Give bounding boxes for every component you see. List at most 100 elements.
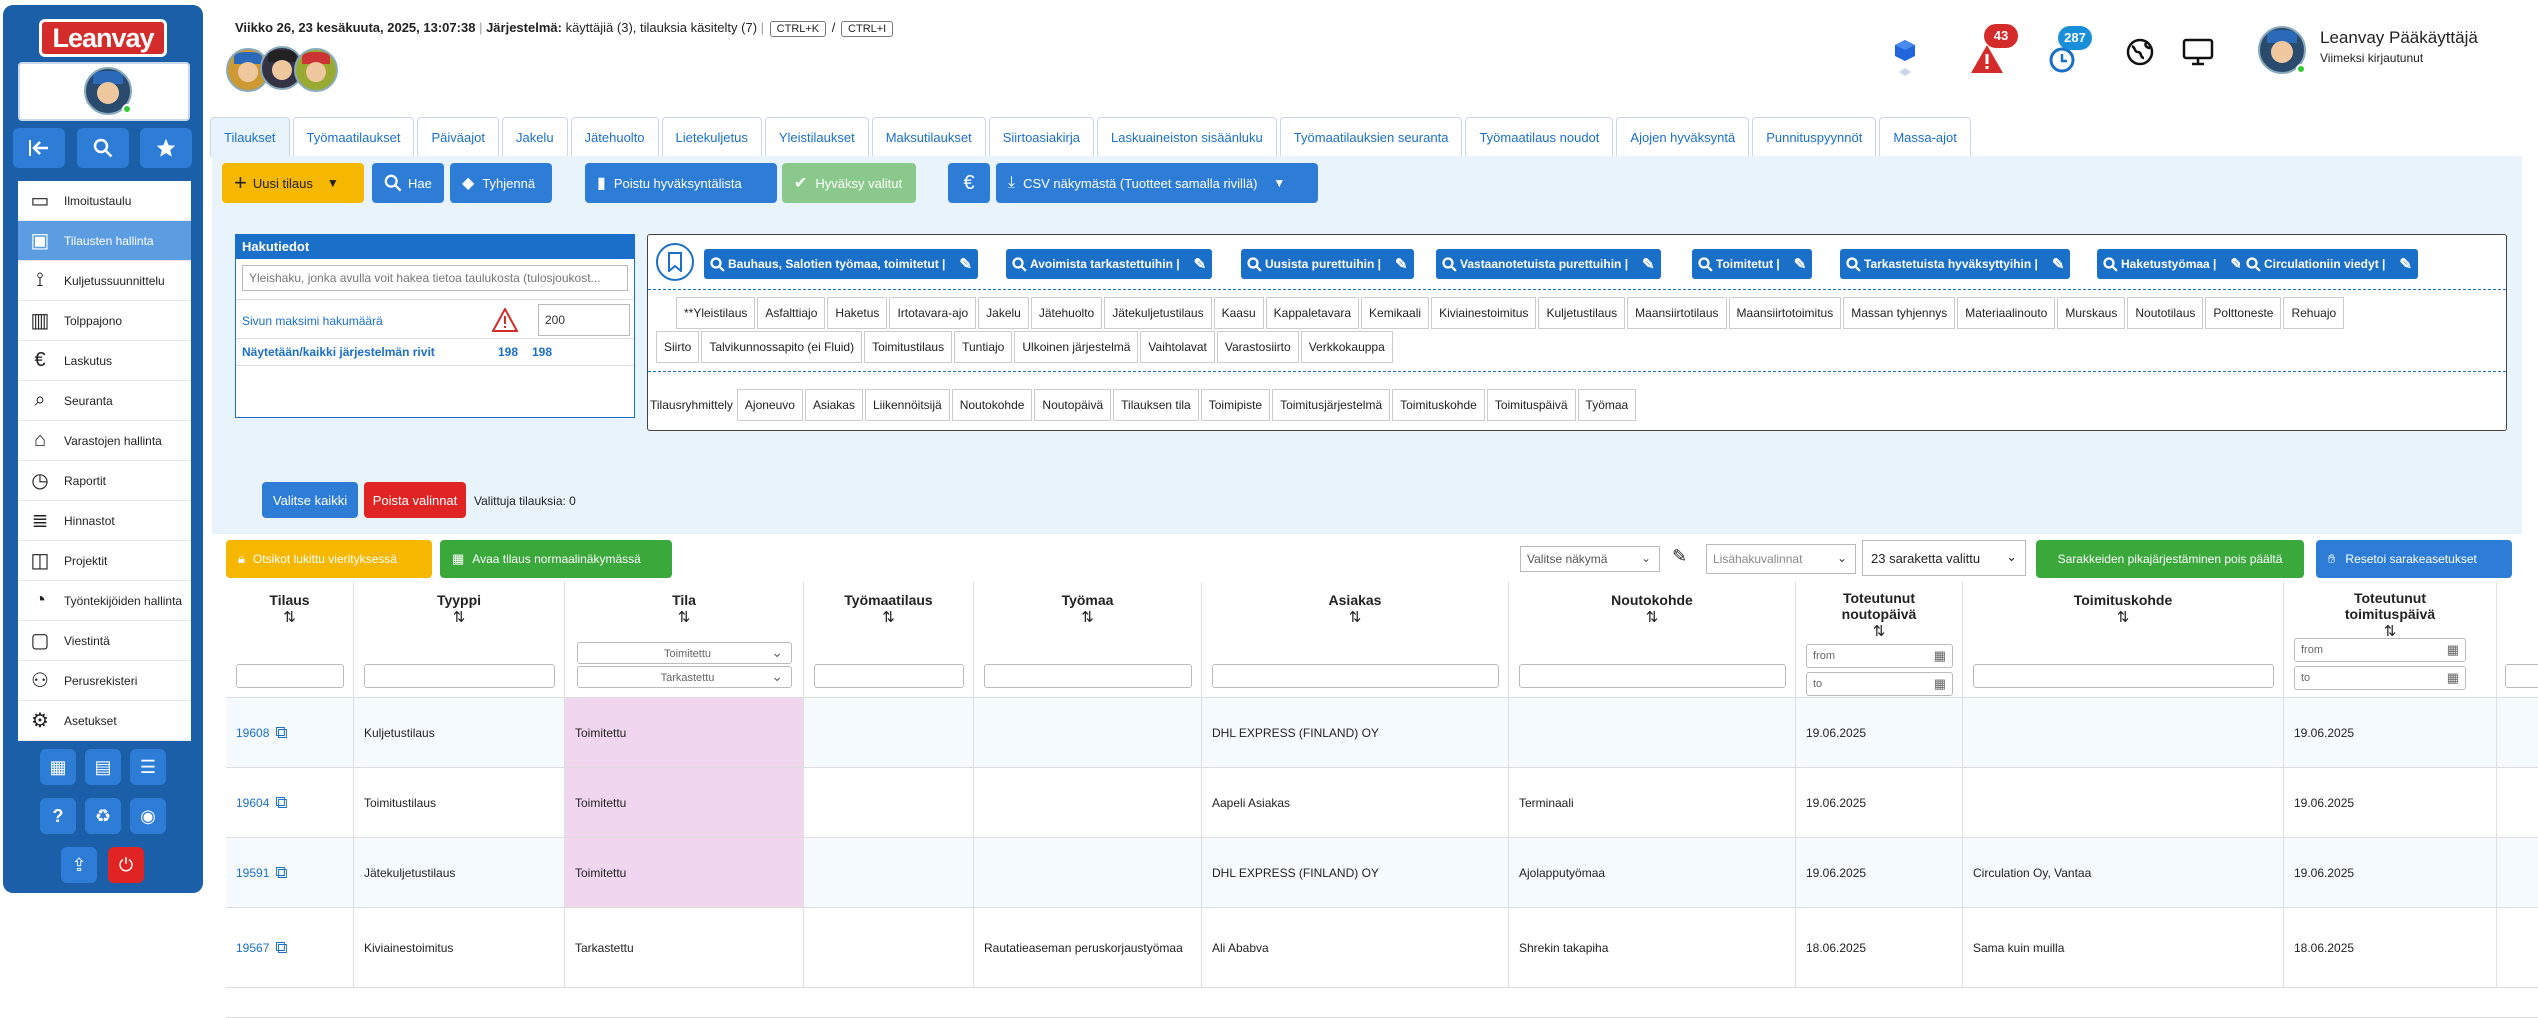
open-external-icon[interactable]: ⧉: [275, 793, 287, 813]
pending-button[interactable]: 287: [2048, 26, 2092, 73]
theme-button[interactable]: [2126, 38, 2154, 71]
order-type-chip[interactable]: **Yleistilaus: [676, 297, 756, 329]
quick-search-2[interactable]: Uusista purettuihin | ✎: [1241, 249, 1414, 279]
tab-4[interactable]: Jätehuolto: [570, 117, 659, 157]
tab-2[interactable]: Päiväajot: [417, 117, 499, 157]
screen-button[interactable]: [2182, 38, 2214, 71]
calendar-icon[interactable]: ▦: [2447, 667, 2459, 689]
sidebar-item-viestintä[interactable]: ▢ Viestintä: [18, 621, 191, 661]
table-row[interactable]: 19567 ⧉ Kiviainestoimitus Tarkastettu Rautat…: [226, 908, 2538, 988]
grouping-chip[interactable]: Toimitusjärjestelmä: [1272, 389, 1391, 421]
date-from-input[interactable]: from ▦: [2294, 638, 2466, 662]
quick-search-6[interactable]: Haketustyömaa | ✎: [2097, 249, 2249, 279]
grouping-chip[interactable]: Toimipiste: [1200, 389, 1271, 421]
order-link[interactable]: 19608: [236, 726, 269, 740]
cell-id[interactable]: 19604 ⧉: [226, 768, 354, 837]
sidebar-item-laskutus[interactable]: € Laskutus: [18, 341, 191, 381]
order-type-chip[interactable]: Materiaalinouto: [1957, 297, 2056, 329]
search-orders-button[interactable]: Hae: [372, 163, 444, 203]
column-header-7[interactable]: Toteutunut noutopäivä ⇅ from ▦ to ▦: [1796, 582, 1963, 698]
edit-view-button[interactable]: ✎: [1672, 546, 1696, 572]
order-link[interactable]: 19591: [236, 866, 269, 880]
extra-options-select[interactable]: Lisähakuvalinnat ⌄: [1706, 544, 1856, 574]
user-avatar-box[interactable]: [18, 62, 190, 121]
column-filter-input[interactable]: [1519, 664, 1786, 688]
order-type-chip[interactable]: Vaihtolavat: [1140, 331, 1215, 363]
order-type-chip[interactable]: Kaasu: [1213, 297, 1264, 329]
column-header-4[interactable]: Työmaa ⇅: [974, 582, 1202, 698]
sidebar-item-tolppajono[interactable]: ▥ Tolppajono: [18, 301, 191, 341]
order-type-chip[interactable]: Verkkokauppa: [1300, 331, 1393, 363]
order-type-chip[interactable]: Jätehuolto: [1030, 297, 1103, 329]
order-type-chip[interactable]: Polttoneste: [2205, 297, 2282, 329]
columns-select[interactable]: 23 saraketta valittu ⌄: [1862, 540, 2026, 576]
tab-13[interactable]: Punnituspyynnöt: [1752, 117, 1877, 157]
column-header-2[interactable]: Tila ⇅ Toimitettu ⌄ Tarkastettu ⌄: [565, 582, 804, 698]
open-external-icon[interactable]: ⧉: [275, 938, 287, 958]
order-type-chip[interactable]: Toimitustilaus: [864, 331, 953, 363]
sort-icon[interactable]: ⇅: [1509, 608, 1795, 626]
edit-icon[interactable]: ✎: [1194, 255, 1207, 273]
quick-search-0[interactable]: Bauhaus, Salotien työmaa, toimitetut | ✎: [704, 249, 978, 279]
select-all-button[interactable]: Valitse kaikki: [262, 482, 358, 518]
order-type-chip[interactable]: Ulkoinen järjestelmä: [1014, 331, 1139, 363]
tab-12[interactable]: Ajojen hyväksyntä: [1616, 117, 1750, 157]
sidebar-item-työntekijöiden-hallinta[interactable]: ◔ Työntekijöiden hallinta: [18, 581, 191, 621]
sidebar-item-projektit[interactable]: ◫ Projektit: [18, 541, 191, 581]
tab-7[interactable]: Maksutilaukset: [871, 117, 986, 157]
column-filter-input[interactable]: [236, 664, 344, 688]
sidebar-item-perusrekisteri[interactable]: ⚇ Perusrekisteri: [18, 661, 191, 701]
sidebar-item-raportit[interactable]: ◷ Raportit: [18, 461, 191, 501]
order-type-chip[interactable]: Rehuajo: [2283, 297, 2345, 329]
order-link[interactable]: 19567: [236, 941, 269, 955]
column-filter-input[interactable]: [364, 664, 555, 688]
order-type-chip[interactable]: Tuntiajo: [954, 331, 1013, 363]
tab-10[interactable]: Työmaatilauksien seuranta: [1279, 117, 1463, 157]
column-filter-input[interactable]: [1212, 664, 1499, 688]
calendar-icon[interactable]: ▦: [1934, 645, 1946, 667]
column-header-6[interactable]: Noutokohde ⇅: [1509, 582, 1796, 698]
quicksort-toggle-button[interactable]: Sarakkeiden pikajärjestäminen pois päält…: [2036, 540, 2304, 578]
remove-approval-list-button[interactable]: ▮ Poistu hyväksyntälista: [585, 163, 777, 203]
tab-9[interactable]: Laskuaineiston sisäänluku: [1097, 117, 1277, 157]
column-header-5[interactable]: Asiakas ⇅: [1202, 582, 1509, 698]
grouping-chip[interactable]: Työmaa: [1577, 389, 1637, 421]
sort-icon[interactable]: ⇅: [226, 608, 353, 626]
csv-export-button[interactable]: ⤓ CSV näkymästä (Tuotteet samalla rivill…: [996, 163, 1318, 203]
table-row[interactable]: 19604 ⧉ Toimitustilaus Toimitettu Aapeli Asi…: [226, 768, 2538, 838]
tab-11[interactable]: Työmaatilaus noudot: [1465, 117, 1614, 157]
calendar-icon[interactable]: ▦: [2447, 639, 2459, 661]
remove-selection-button[interactable]: Poista valinnat: [364, 482, 466, 518]
clipboard-button[interactable]: ▤: [85, 749, 121, 785]
approve-selected-button[interactable]: ✔ Hyväksy valitut: [782, 163, 916, 203]
sidebar-item-tilausten-hallinta[interactable]: ▣ Tilausten hallinta: [18, 221, 191, 261]
grouping-chip[interactable]: Noutokohde: [951, 389, 1033, 421]
date-to-input[interactable]: to ▦: [1806, 672, 1953, 696]
sidebar-item-varastojen-hallinta[interactable]: ⌂ Varastojen hallinta: [18, 421, 191, 461]
order-type-chip[interactable]: Asfalttiajo: [757, 297, 826, 329]
grouping-chip[interactable]: Toimituspäivä: [1486, 389, 1576, 421]
order-type-chip[interactable]: Kiviainestoimitus: [1431, 297, 1537, 329]
edit-icon[interactable]: ✎: [1642, 255, 1655, 273]
sort-icon[interactable]: ⇅: [565, 608, 803, 626]
tab-1[interactable]: Työmaatilaukset: [292, 117, 415, 157]
order-type-chip[interactable]: Noutotilaus: [2127, 297, 2204, 329]
max-results-input[interactable]: 200: [538, 304, 630, 336]
grouping-chip[interactable]: Tilauksen tila: [1113, 389, 1199, 421]
quick-search-1[interactable]: Avoimista tarkastettuihin | ✎: [1006, 249, 1213, 279]
shortcut-info[interactable]: CTRL+I: [841, 21, 894, 37]
order-type-chip[interactable]: Jätekuljetustilaus: [1104, 297, 1212, 329]
table-row[interactable]: [226, 988, 2538, 1018]
edit-icon[interactable]: ✎: [2052, 255, 2065, 273]
quick-search-3[interactable]: Vastaanotetuista purettuihin | ✎: [1436, 249, 1661, 279]
edit-icon[interactable]: ✎: [959, 255, 972, 273]
order-type-chip[interactable]: Talvikunnossapito (ei Fluid): [701, 331, 863, 363]
column-header-0[interactable]: Tilaus ⇅: [226, 582, 354, 698]
view-select[interactable]: Valitse näkymä ⌄: [1520, 546, 1660, 572]
column-filter-input[interactable]: [984, 664, 1192, 688]
tab-3[interactable]: Jakelu: [501, 117, 568, 157]
date-to-input[interactable]: to ▦: [2294, 666, 2466, 690]
table-row[interactable]: 19608 ⧉ Kuljetustilaus Toimitettu DHL EXPRES…: [226, 698, 2538, 768]
grouping-chip[interactable]: Ajoneuvo: [736, 389, 803, 421]
order-type-chip[interactable]: Murskaus: [2057, 297, 2126, 329]
